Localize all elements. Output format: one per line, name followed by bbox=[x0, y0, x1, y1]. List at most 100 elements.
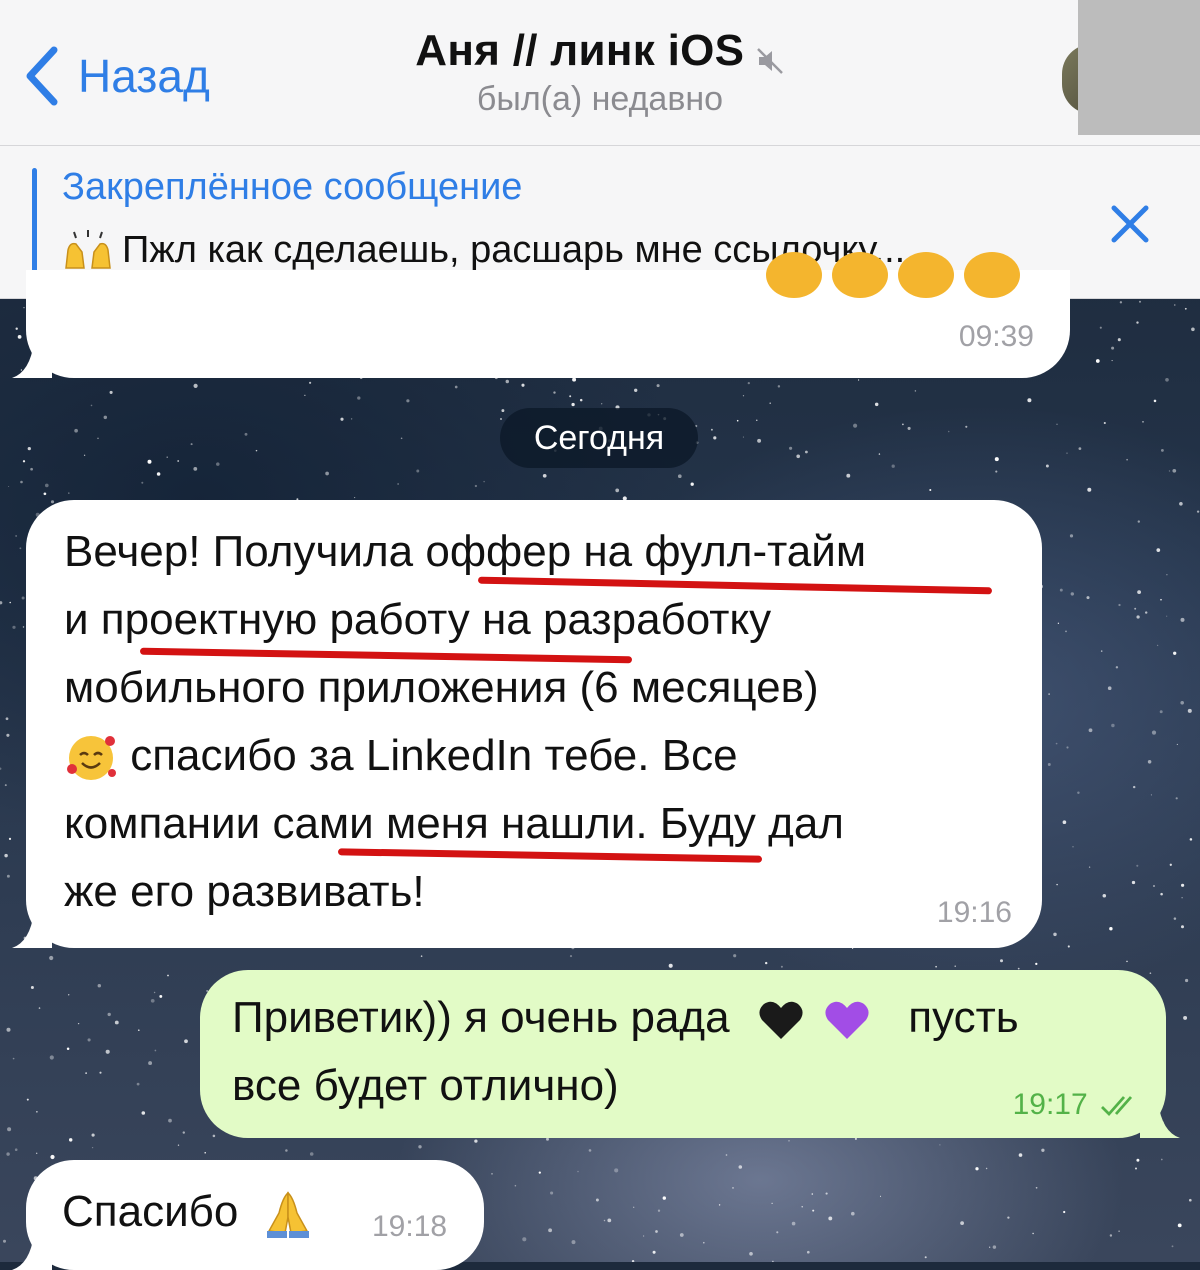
close-icon[interactable] bbox=[1106, 200, 1154, 248]
star-dot bbox=[538, 1171, 541, 1174]
star-dot bbox=[718, 1204, 721, 1206]
star-dot bbox=[406, 399, 410, 403]
chat-title-area[interactable]: Аня // линк iOS был(а) недавно bbox=[300, 26, 900, 119]
star-dot bbox=[878, 453, 881, 455]
message-bubble-incoming[interactable]: Вечер! Получила оффер на фулл-тайм и про… bbox=[12, 500, 1042, 948]
star-dot bbox=[1109, 926, 1113, 931]
star-dot bbox=[710, 428, 713, 431]
star-dot bbox=[1111, 346, 1115, 350]
star-dot bbox=[1149, 972, 1152, 975]
star-dot bbox=[789, 446, 793, 450]
star-dot bbox=[828, 1216, 833, 1221]
star-dot bbox=[1180, 701, 1184, 705]
star-dot bbox=[1188, 1198, 1192, 1202]
star-dot bbox=[1166, 574, 1168, 576]
star-dot bbox=[1181, 925, 1184, 929]
star-dot bbox=[603, 1219, 606, 1222]
star-dot bbox=[577, 1170, 579, 1173]
star-dot bbox=[148, 1061, 153, 1066]
star-dot bbox=[3, 1239, 6, 1243]
star-dot bbox=[5, 717, 9, 721]
star-dot bbox=[68, 994, 70, 996]
star-dot bbox=[182, 1131, 185, 1134]
message-bubble-incoming[interactable]: Спасибо 19:18 bbox=[12, 1160, 484, 1270]
message-line: Вечер! Получила оффер на фулл-тайм bbox=[64, 527, 867, 576]
bubble-tail bbox=[1140, 1102, 1180, 1138]
star-dot bbox=[30, 986, 34, 989]
star-dot bbox=[738, 1165, 743, 1169]
star-dot bbox=[44, 483, 49, 488]
star-dot bbox=[1185, 978, 1189, 983]
star-dot bbox=[989, 1246, 991, 1248]
star-dot bbox=[553, 391, 556, 394]
star-dot bbox=[87, 1038, 91, 1042]
star-dot bbox=[43, 492, 47, 496]
star-dot bbox=[1160, 448, 1164, 452]
star-dot bbox=[7, 1127, 12, 1132]
star-dot bbox=[1150, 794, 1152, 796]
star-dot bbox=[677, 474, 682, 479]
star-dot bbox=[1056, 423, 1058, 425]
star-dot bbox=[204, 1152, 206, 1154]
star-dot bbox=[995, 470, 998, 473]
black-heart-icon bbox=[759, 1002, 803, 1040]
star-dot bbox=[522, 1237, 527, 1242]
star-dot bbox=[655, 1230, 658, 1233]
star-dot bbox=[825, 1192, 828, 1195]
star-dot bbox=[1118, 603, 1121, 607]
star-dot bbox=[1041, 1148, 1045, 1152]
star-dot bbox=[1145, 611, 1148, 614]
star-dot bbox=[879, 1195, 882, 1197]
star-dot bbox=[776, 1231, 779, 1234]
star-dot bbox=[193, 467, 198, 471]
emoji-row-cut bbox=[766, 252, 1020, 298]
star-dot bbox=[854, 1137, 857, 1140]
bubble-tail bbox=[12, 1234, 52, 1270]
star-dot bbox=[571, 1240, 576, 1245]
star-dot bbox=[68, 1138, 73, 1142]
smiling-face-with-hearts-icon bbox=[67, 736, 116, 781]
star-dot bbox=[939, 1144, 941, 1146]
star-dot bbox=[14, 1148, 18, 1151]
star-dot bbox=[935, 965, 937, 968]
star-dot bbox=[805, 450, 808, 454]
star-dot bbox=[21, 596, 25, 600]
star-dot bbox=[851, 1211, 855, 1216]
star-dot bbox=[1027, 398, 1032, 403]
star-dot bbox=[679, 1233, 684, 1237]
star-dot bbox=[26, 1098, 29, 1101]
message-line-text: спасибо за LinkedIn тебе. Все bbox=[130, 731, 738, 780]
star-dot bbox=[1078, 447, 1082, 450]
pinned-title: Закреплённое сообщение bbox=[62, 166, 523, 208]
star-dot bbox=[85, 1072, 87, 1074]
star-dot bbox=[874, 402, 879, 407]
star-dot bbox=[83, 454, 86, 456]
star-dot bbox=[474, 484, 478, 488]
star-dot bbox=[690, 482, 694, 486]
emoji-icon bbox=[898, 252, 954, 298]
message-bubble-previous[interactable]: 09:39 bbox=[12, 252, 1070, 378]
star-dot bbox=[6, 874, 10, 878]
star-dot bbox=[1131, 880, 1136, 885]
star-dot bbox=[907, 426, 911, 430]
star-dot bbox=[6, 1027, 11, 1032]
star-dot bbox=[1099, 326, 1102, 329]
message-line-text: Приветик)) я очень рада bbox=[232, 993, 730, 1042]
star-dot bbox=[154, 1049, 157, 1052]
back-label: Назад bbox=[78, 50, 210, 102]
star-dot bbox=[177, 460, 180, 462]
star-dot bbox=[1142, 421, 1144, 423]
bubble-tail bbox=[12, 912, 52, 948]
chevron-left-icon bbox=[26, 46, 58, 106]
star-dot bbox=[1065, 630, 1067, 633]
star-dot bbox=[153, 991, 156, 994]
star-dot bbox=[1095, 359, 1100, 363]
star-dot bbox=[914, 390, 917, 392]
back-button[interactable]: Назад bbox=[22, 40, 210, 112]
star-dot bbox=[12, 1057, 15, 1060]
star-dot bbox=[569, 955, 573, 958]
redaction-block bbox=[1078, 0, 1200, 135]
star-dot bbox=[812, 1209, 815, 1212]
message-bubble-outgoing[interactable]: Приветик)) я очень рада пусть все будет … bbox=[200, 970, 1180, 1138]
star-dot bbox=[216, 462, 220, 466]
